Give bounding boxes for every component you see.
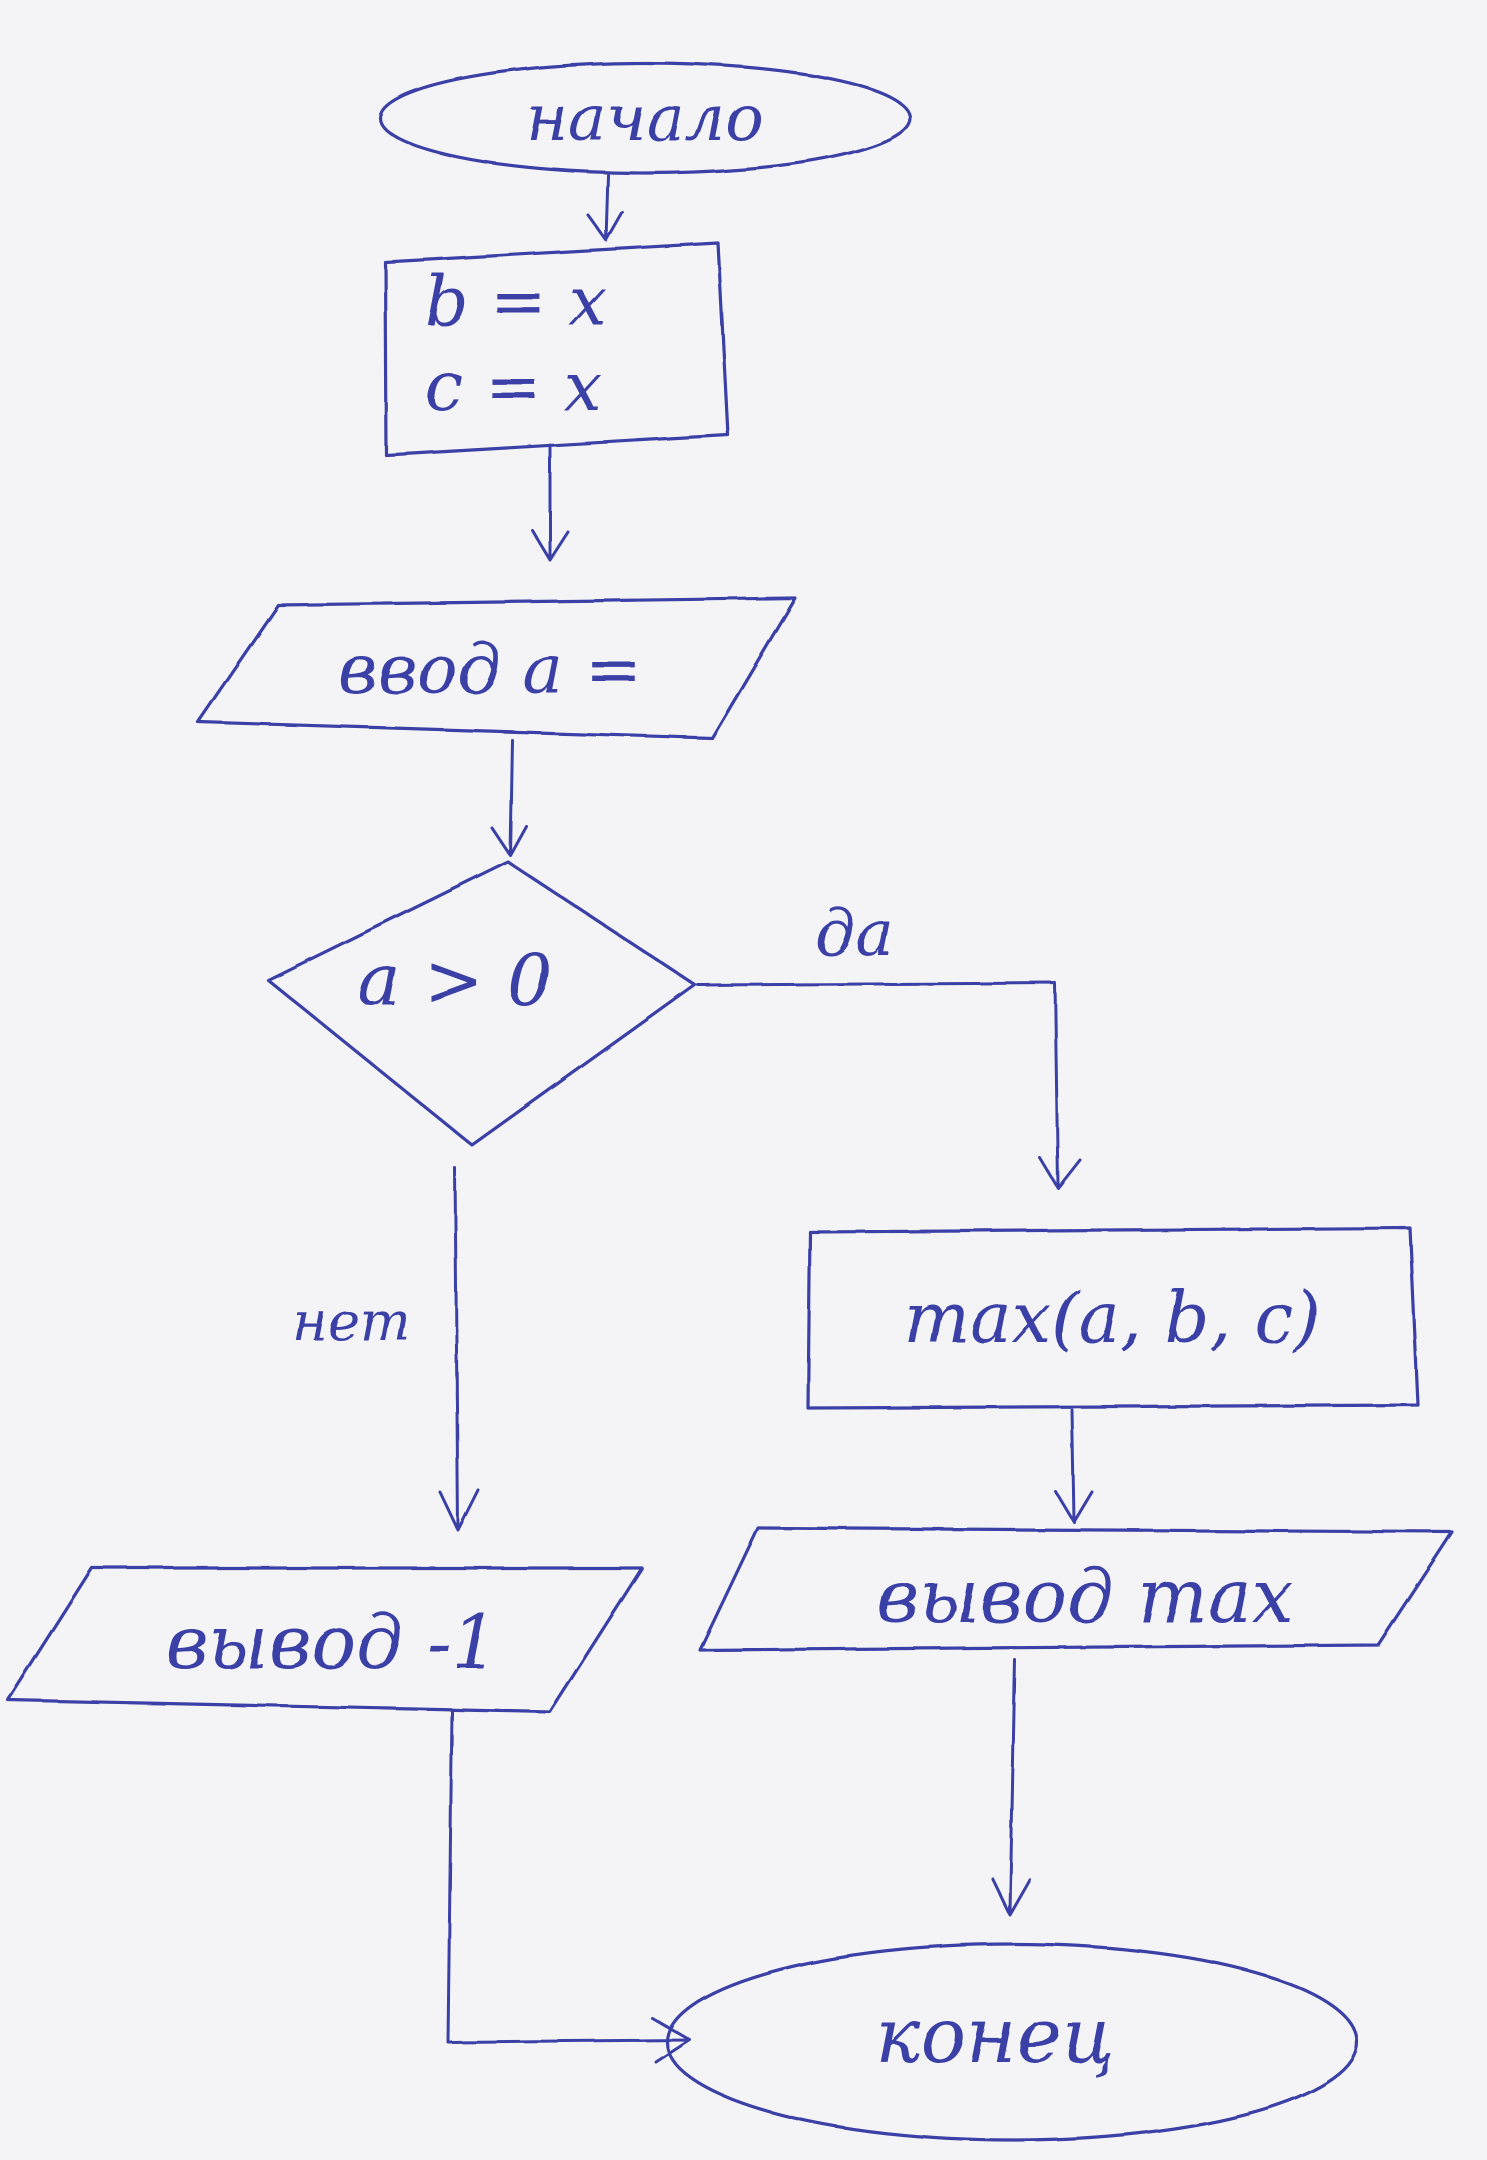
edge-yes xyxy=(696,981,1082,1190)
arrow-init-to-input xyxy=(530,443,570,562)
arrow-output-max-to-end xyxy=(990,1658,1032,1917)
end-label: конец xyxy=(875,1991,1114,2080)
edge-no-label: нет xyxy=(292,1290,411,1353)
input-label: ввод a = xyxy=(338,631,642,710)
arrow-start-to-init xyxy=(586,173,624,242)
edge-no xyxy=(438,1166,480,1532)
arrow-output-neg-to-end xyxy=(446,1710,692,2064)
max-process-label: max(a, b, c) xyxy=(904,1277,1321,1359)
edge-yes-label: да xyxy=(815,897,894,971)
start-label: начало xyxy=(526,82,764,156)
arrow-input-to-decision xyxy=(490,738,528,857)
output-neg-label: вывод -1 xyxy=(165,1600,498,1686)
flowchart: начало b = x c = x ввод a = a > 0 да нет… xyxy=(6,61,1454,2142)
decision-label: a > 0 xyxy=(358,938,553,1022)
arrow-max-to-output xyxy=(1054,1408,1094,1524)
output-max-label: вывод max xyxy=(876,1554,1293,1640)
init-line-2: c = x xyxy=(425,348,602,427)
init-line-1: b = x xyxy=(425,263,607,342)
